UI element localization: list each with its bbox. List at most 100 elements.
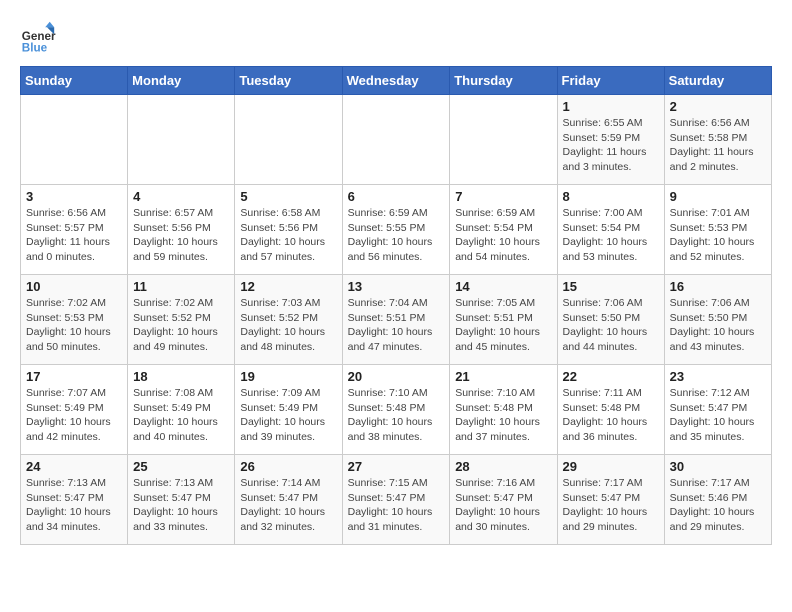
cell-day-number: 6 [348,189,445,204]
calendar-cell [450,95,557,185]
calendar-cell: 21Sunrise: 7:10 AMSunset: 5:48 PMDayligh… [450,365,557,455]
cell-info: Sunrise: 6:58 AMSunset: 5:56 PMDaylight:… [240,206,336,265]
calendar-cell: 6 Sunrise: 6:59 AMSunset: 5:55 PMDaylight… [342,185,450,275]
calendar-week-1: 1Sunrise: 6:55 AMSunset: 5:59 PMDaylight… [21,95,772,185]
calendar-cell: 22 Sunrise: 7:11 AMSunset: 5:48 PMDayligh… [557,365,664,455]
calendar-table: SundayMondayTuesdayWednesdayThursdayFrid… [20,66,772,545]
cell-info: Sunrise: 6:56 AMSunset: 5:57 PMDaylight:… [26,206,122,265]
cell-day-number: 18 [133,369,229,384]
cell-info: Sunrise: 7:13 AMSunset: 5:47 PMDaylight:… [26,476,122,535]
cell-day-number: 10 [26,279,122,294]
cell-day-number: 29 [563,459,659,474]
page-header: General Blue [20,20,772,56]
cell-info: Sunrise: 7:14 AMSunset: 5:47 PMDaylight:… [240,476,336,535]
cell-info: Sunrise: 6:59 AMSunset: 5:54 PMDaylight:… [455,206,551,265]
cell-info: Sunrise: 7:05 AMSunset: 5:51 PMDaylight:… [455,296,551,355]
calendar-cell: 14 Sunrise: 7:05 AMSunset: 5:51 PMDayligh… [450,275,557,365]
calendar-cell: 4 Sunrise: 6:57 AMSunset: 5:56 PMDaylight… [128,185,235,275]
cell-info: Sunrise: 6:55 AMSunset: 5:59 PMDaylight:… [563,116,659,175]
cell-day-number: 5 [240,189,336,204]
cell-info: Sunrise: 7:04 AMSunset: 5:51 PMDaylight:… [348,296,445,355]
cell-info: Sunrise: 7:12 AMSunset: 5:47 PMDaylight:… [670,386,766,445]
calendar-header-row: SundayMondayTuesdayWednesdayThursdayFrid… [21,67,772,95]
cell-day-number: 15 [563,279,659,294]
cell-info: Sunrise: 7:06 AMSunset: 5:50 PMDaylight:… [670,296,766,355]
calendar-cell: 15 Sunrise: 7:06 AMSunset: 5:50 PMDayligh… [557,275,664,365]
cell-day-number: 16 [670,279,766,294]
calendar-cell: 12 Sunrise: 7:03 AMSunset: 5:52 PMDayligh… [235,275,342,365]
cell-info: Sunrise: 6:59 AMSunset: 5:55 PMDaylight:… [348,206,445,265]
cell-info: Sunrise: 7:06 AMSunset: 5:50 PMDaylight:… [563,296,659,355]
cell-day-number: 22 [563,369,659,384]
cell-info: Sunrise: 7:02 AMSunset: 5:52 PMDaylight:… [133,296,229,355]
cell-day-number: 8 [563,189,659,204]
calendar-cell [21,95,128,185]
cell-info: Sunrise: 6:57 AMSunset: 5:56 PMDaylight:… [133,206,229,265]
calendar-cell: 9 Sunrise: 7:01 AMSunset: 5:53 PMDaylight… [664,185,771,275]
cell-day-number: 25 [133,459,229,474]
cell-day-number: 23 [670,369,766,384]
cell-info: Sunrise: 7:02 AMSunset: 5:53 PMDaylight:… [26,296,122,355]
day-header-thursday: Thursday [450,67,557,95]
logo: General Blue [20,20,56,56]
calendar-cell: 1Sunrise: 6:55 AMSunset: 5:59 PMDaylight… [557,95,664,185]
cell-info: Sunrise: 7:07 AMSunset: 5:49 PMDaylight:… [26,386,122,445]
calendar-cell [128,95,235,185]
calendar-cell: 30 Sunrise: 7:17 AMSunset: 5:46 PMDayligh… [664,455,771,545]
cell-info: Sunrise: 7:00 AMSunset: 5:54 PMDaylight:… [563,206,659,265]
calendar-cell: 5 Sunrise: 6:58 AMSunset: 5:56 PMDaylight… [235,185,342,275]
cell-day-number: 2 [670,99,766,114]
cell-day-number: 26 [240,459,336,474]
calendar-cell: 18 Sunrise: 7:08 AMSunset: 5:49 PMDayligh… [128,365,235,455]
calendar-cell: 29 Sunrise: 7:17 AMSunset: 5:47 PMDayligh… [557,455,664,545]
calendar-cell: 3 Sunrise: 6:56 AMSunset: 5:57 PMDaylight… [21,185,128,275]
cell-day-number: 12 [240,279,336,294]
cell-info: Sunrise: 7:17 AMSunset: 5:46 PMDaylight:… [670,476,766,535]
calendar-cell: 8 Sunrise: 7:00 AMSunset: 5:54 PMDaylight… [557,185,664,275]
cell-day-number: 28 [455,459,551,474]
svg-text:Blue: Blue [22,42,48,55]
day-header-sunday: Sunday [21,67,128,95]
cell-info: Sunrise: 7:10 AMSunset: 5:48 PMDaylight:… [348,386,445,445]
calendar-cell [235,95,342,185]
calendar-week-5: 24 Sunrise: 7:13 AMSunset: 5:47 PMDayligh… [21,455,772,545]
cell-info: Sunrise: 7:15 AMSunset: 5:47 PMDaylight:… [348,476,445,535]
cell-day-number: 27 [348,459,445,474]
cell-day-number: 19 [240,369,336,384]
cell-info: Sunrise: 7:17 AMSunset: 5:47 PMDaylight:… [563,476,659,535]
calendar-cell: 17Sunrise: 7:07 AMSunset: 5:49 PMDayligh… [21,365,128,455]
cell-day-number: 14 [455,279,551,294]
cell-info: Sunrise: 7:13 AMSunset: 5:47 PMDaylight:… [133,476,229,535]
cell-info: Sunrise: 7:08 AMSunset: 5:49 PMDaylight:… [133,386,229,445]
day-header-tuesday: Tuesday [235,67,342,95]
calendar-cell: 24 Sunrise: 7:13 AMSunset: 5:47 PMDayligh… [21,455,128,545]
cell-day-number: 30 [670,459,766,474]
cell-info: Sunrise: 7:16 AMSunset: 5:47 PMDaylight:… [455,476,551,535]
cell-day-number: 13 [348,279,445,294]
calendar-cell: 2 Sunrise: 6:56 AMSunset: 5:58 PMDaylight… [664,95,771,185]
cell-info: Sunrise: 7:11 AMSunset: 5:48 PMDaylight:… [563,386,659,445]
cell-day-number: 24 [26,459,122,474]
calendar-cell: 20Sunrise: 7:10 AMSunset: 5:48 PMDayligh… [342,365,450,455]
cell-info: Sunrise: 7:03 AMSunset: 5:52 PMDaylight:… [240,296,336,355]
cell-day-number: 3 [26,189,122,204]
calendar-week-2: 3 Sunrise: 6:56 AMSunset: 5:57 PMDaylight… [21,185,772,275]
calendar-cell: 7Sunrise: 6:59 AMSunset: 5:54 PMDaylight… [450,185,557,275]
calendar-week-4: 17Sunrise: 7:07 AMSunset: 5:49 PMDayligh… [21,365,772,455]
day-header-saturday: Saturday [664,67,771,95]
cell-info: Sunrise: 7:09 AMSunset: 5:49 PMDaylight:… [240,386,336,445]
logo-icon: General Blue [20,20,56,56]
cell-day-number: 21 [455,369,551,384]
calendar-cell [342,95,450,185]
cell-info: Sunrise: 6:56 AMSunset: 5:58 PMDaylight:… [670,116,766,175]
calendar-cell: 26 Sunrise: 7:14 AMSunset: 5:47 PMDayligh… [235,455,342,545]
cell-info: Sunrise: 7:01 AMSunset: 5:53 PMDaylight:… [670,206,766,265]
calendar-cell: 28 Sunrise: 7:16 AMSunset: 5:47 PMDayligh… [450,455,557,545]
calendar-cell: 13 Sunrise: 7:04 AMSunset: 5:51 PMDayligh… [342,275,450,365]
calendar-cell: 11Sunrise: 7:02 AMSunset: 5:52 PMDayligh… [128,275,235,365]
day-header-monday: Monday [128,67,235,95]
day-header-wednesday: Wednesday [342,67,450,95]
cell-day-number: 9 [670,189,766,204]
day-header-friday: Friday [557,67,664,95]
cell-day-number: 4 [133,189,229,204]
